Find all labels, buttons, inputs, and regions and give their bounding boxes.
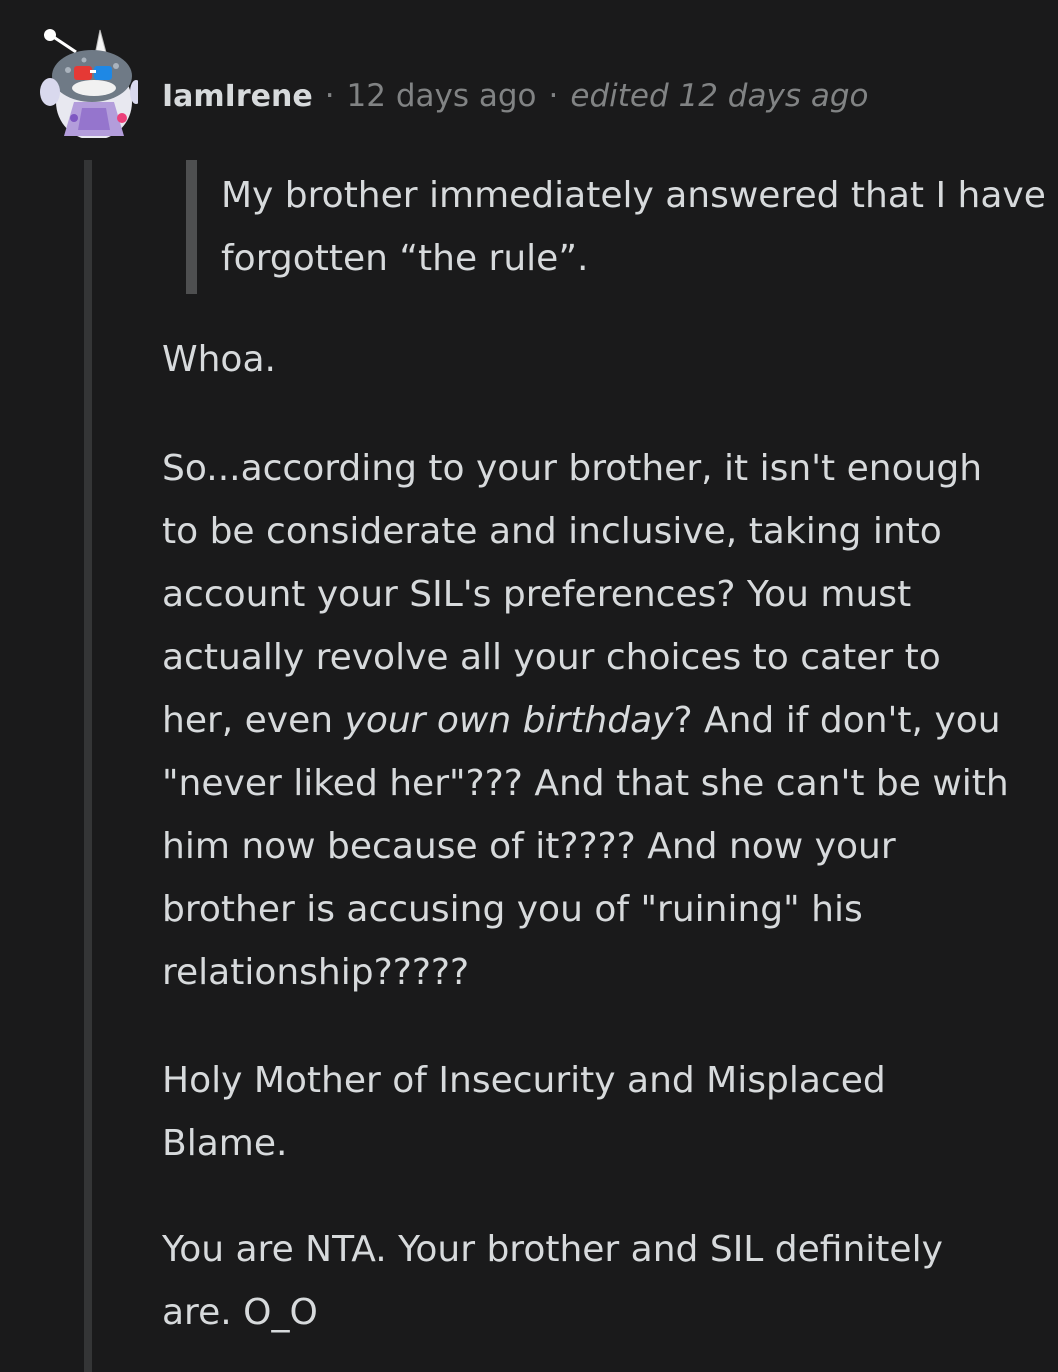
comment-paragraph: You are NTA. Your brother and SIL defini… xyxy=(162,1229,943,1333)
username-link[interactable]: IamIrene xyxy=(162,79,313,114)
comment-paragraph: Holy Mother of Insecurity and Misplaced … xyxy=(162,1060,886,1164)
timestamp-link[interactable]: 12 days ago xyxy=(347,78,537,114)
comment-paragraph: Whoa. xyxy=(162,339,276,380)
separator-dot: · xyxy=(548,78,559,114)
snoo-avatar-icon xyxy=(40,29,142,140)
separator-dot: · xyxy=(324,78,335,114)
comment-paragraph: So...according to your brother, it isn't… xyxy=(162,437,1022,1004)
avatar[interactable] xyxy=(38,26,142,140)
paragraph-text: So...according to your brother, it isn't… xyxy=(162,448,983,741)
emphasis-text: your own birthday xyxy=(344,700,674,741)
thread-collapse-line[interactable] xyxy=(84,160,92,1372)
blockquote: My brother immediately answered that I h… xyxy=(186,160,1051,294)
paragraph-text: ? And if don't, you "never liked her"???… xyxy=(162,700,1009,993)
edited-label: edited 12 days ago xyxy=(570,78,869,114)
comment-meta: IamIrene · 12 days ago · edited 12 days … xyxy=(162,76,868,116)
